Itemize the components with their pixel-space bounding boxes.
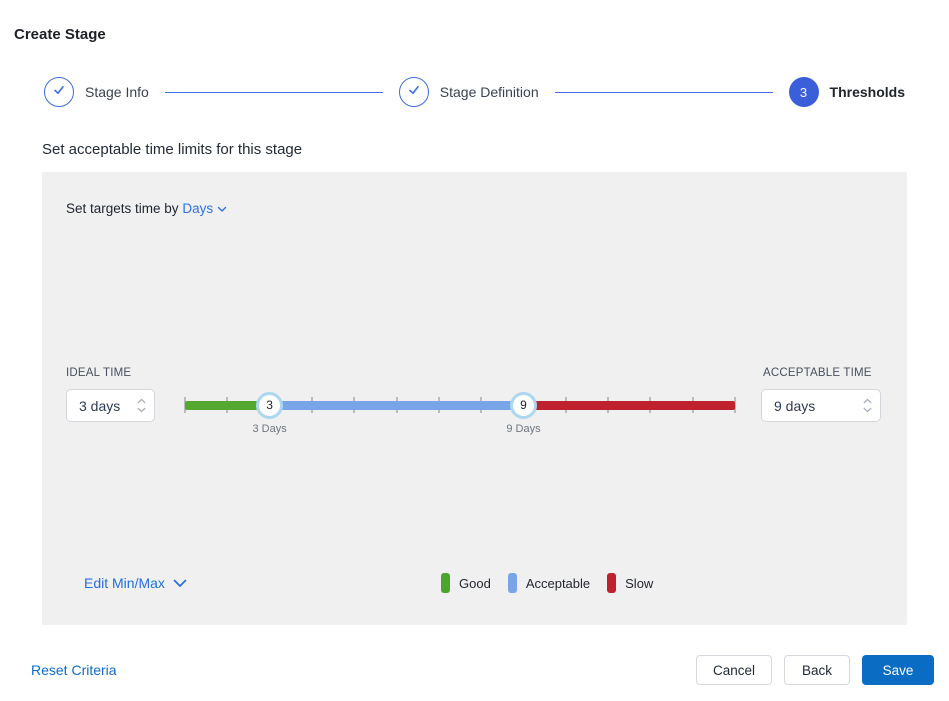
thresholds-panel: Set targets time by Days IDEAL TIME 3 da…: [42, 172, 907, 625]
ideal-time-stepper: [137, 398, 146, 413]
acceptable-time-stepper: [863, 398, 872, 413]
unit-dropdown-value: Days: [182, 201, 213, 216]
max-handle[interactable]: 9: [510, 392, 537, 419]
min-handle[interactable]: 3: [256, 392, 283, 419]
legend: Good Acceptable Slow: [441, 573, 653, 593]
back-button[interactable]: Back: [784, 655, 850, 685]
step-stage-info[interactable]: Stage Info: [44, 77, 149, 107]
check-icon: [52, 83, 66, 102]
ideal-time-input[interactable]: 3 days: [66, 389, 155, 422]
legend-item-slow: Slow: [607, 573, 653, 593]
chevron-down-icon: [217, 201, 227, 216]
max-handle-value: 9: [520, 398, 527, 412]
good-swatch: [441, 573, 450, 593]
ideal-time-value: 3 days: [79, 398, 120, 414]
step-complete-circle: [399, 77, 429, 107]
step-stage-definition[interactable]: Stage Definition: [399, 77, 539, 107]
step-complete-circle: [44, 77, 74, 107]
footer-buttons: Cancel Back Save: [696, 655, 934, 685]
max-handle-label: 9 Days: [506, 423, 540, 435]
legend-item-good: Good: [441, 573, 491, 593]
step-label: Stage Definition: [440, 84, 539, 100]
step-connector: [165, 92, 383, 93]
legend-label: Good: [459, 576, 491, 591]
check-icon: [407, 83, 421, 102]
page-title: Create Stage: [14, 26, 106, 43]
step-label: Stage Info: [85, 84, 149, 100]
acceptable-time-label: ACCEPTABLE TIME: [763, 367, 872, 379]
unit-dropdown[interactable]: Days: [182, 201, 227, 216]
chevron-down-icon: [173, 575, 187, 591]
targets-time-row: Set targets time by Days: [66, 201, 227, 216]
ideal-time-label: IDEAL TIME: [66, 367, 131, 379]
step-number: 3: [800, 85, 807, 100]
time-range-slider[interactable]: 3 9 3 Days 9 Days: [185, 390, 735, 454]
save-button[interactable]: Save: [862, 655, 934, 685]
slider-segment-slow: [523, 401, 735, 410]
stepper: Stage Info Stage Definition 3 Thresholds: [44, 77, 905, 107]
section-heading: Set acceptable time limits for this stag…: [42, 141, 302, 158]
cancel-button[interactable]: Cancel: [696, 655, 772, 685]
reset-criteria-link[interactable]: Reset Criteria: [31, 662, 117, 678]
slider-segment-acceptable: [270, 401, 524, 410]
slow-swatch: [607, 573, 616, 593]
stepper-down-icon[interactable]: [863, 407, 872, 413]
stepper-up-icon[interactable]: [863, 398, 872, 404]
step-thresholds[interactable]: 3 Thresholds: [789, 77, 905, 107]
targets-prefix-label: Set targets time by: [66, 201, 179, 216]
stepper-up-icon[interactable]: [137, 398, 146, 404]
legend-item-acceptable: Acceptable: [508, 573, 590, 593]
edit-minmax-link[interactable]: Edit Min/Max: [84, 575, 187, 591]
acceptable-swatch: [508, 573, 517, 593]
legend-label: Slow: [625, 576, 653, 591]
acceptable-time-input[interactable]: 9 days: [761, 389, 881, 422]
step-label: Thresholds: [830, 84, 905, 100]
stepper-down-icon[interactable]: [137, 407, 146, 413]
acceptable-time-value: 9 days: [774, 398, 815, 414]
step-current-circle: 3: [789, 77, 819, 107]
min-handle-value: 3: [266, 398, 273, 412]
step-connector: [555, 92, 773, 93]
min-handle-label: 3 Days: [252, 423, 286, 435]
legend-label: Acceptable: [526, 576, 590, 591]
edit-minmax-label: Edit Min/Max: [84, 575, 165, 591]
